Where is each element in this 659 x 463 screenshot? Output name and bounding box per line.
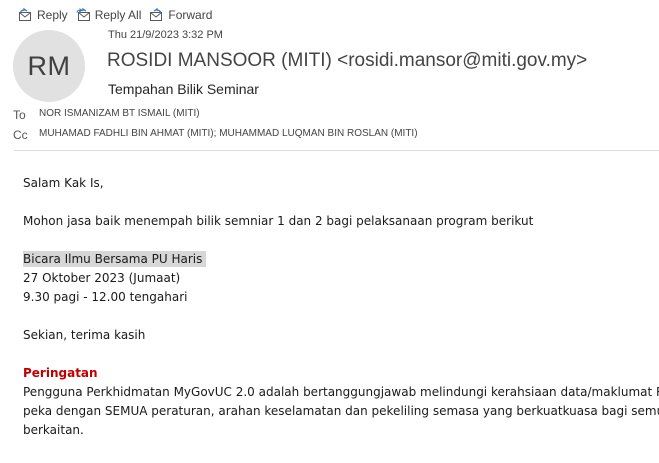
forward-button[interactable]: Forward bbox=[147, 8, 214, 22]
reply-button-label: Reply bbox=[37, 8, 68, 22]
cc-label: Cc bbox=[13, 128, 28, 142]
warning-line-2: peka dengan SEMUA peraturan, arahan kese… bbox=[23, 404, 659, 418]
cc-recipients[interactable]: MUHAMAD FADHLI BIN AHMAT (MITI); MUHAMMA… bbox=[39, 128, 418, 139]
body-request: Mohon jasa baik menempah bilik semniar 1… bbox=[23, 214, 534, 228]
program-name-highlight: Bicara Ilmu Bersama PU Haris bbox=[23, 251, 207, 267]
forward-button-label: Forward bbox=[168, 8, 213, 22]
reply-all-button[interactable]: Reply All bbox=[74, 8, 144, 22]
program-date: 27 Oktober 2023 (Jumaat) bbox=[23, 271, 181, 285]
to-label: To bbox=[13, 108, 26, 122]
header-divider bbox=[14, 150, 659, 151]
to-recipients[interactable]: NOR ISMANIZAM BT ISMAIL (MITI) bbox=[39, 108, 200, 119]
reply-button[interactable]: Reply bbox=[16, 8, 70, 22]
program-time: 9.30 pagi - 12.00 tengahari bbox=[23, 290, 188, 304]
warning-title: Peringatan bbox=[23, 366, 98, 380]
sender-avatar[interactable]: RM bbox=[13, 30, 85, 102]
forward-envelope-icon bbox=[149, 8, 168, 22]
message-toolbar: Reply Reply All Forward bbox=[0, 5, 214, 25]
warning-line-3: berkaitan. bbox=[23, 423, 84, 437]
avatar-initials: RM bbox=[27, 50, 71, 81]
email-subject: Tempahan Bilik Seminar bbox=[108, 81, 259, 97]
reply-all-button-label: Reply All bbox=[94, 8, 142, 22]
reply-envelope-icon bbox=[18, 8, 37, 22]
body-closing: Sekian, terima kasih bbox=[23, 328, 146, 342]
body-greeting: Salam Kak Is, bbox=[23, 176, 104, 190]
program-name-line: Bicara Ilmu Bersama PU Haris bbox=[23, 251, 207, 267]
sender-name[interactable]: ROSIDI MANSOOR (MITI) <rosidi.mansor@mit… bbox=[107, 50, 587, 72]
warning-line-1: Pengguna Perkhidmatan MyGovUC 2.0 adalah… bbox=[23, 385, 659, 399]
reply-all-envelope-icon bbox=[76, 8, 95, 22]
sent-timestamp: Thu 21/9/2023 3:32 PM bbox=[108, 29, 223, 41]
